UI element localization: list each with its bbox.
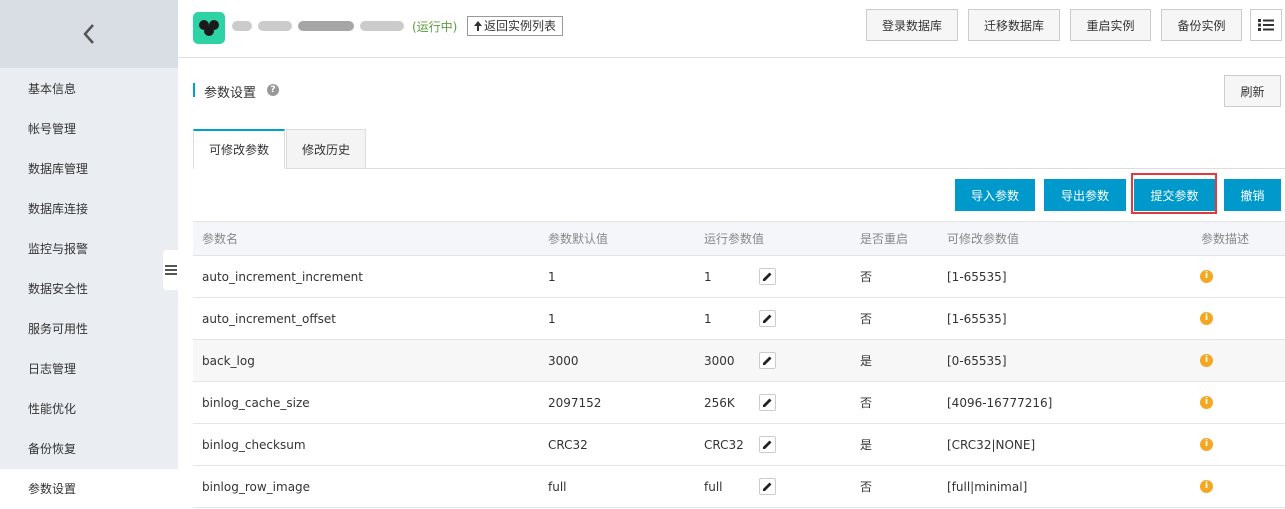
param-running: 3000	[704, 353, 735, 368]
sidebar: 基本信息 帐号管理 数据库管理 数据库连接 监控与报警 数据安全性 服务可用性 …	[0, 0, 179, 509]
param-range: [1-65535]	[947, 269, 1007, 284]
refresh-button[interactable]: 刷新	[1224, 75, 1281, 107]
param-default: 1	[548, 269, 556, 284]
param-restart: 否	[860, 312, 873, 326]
sidebar-item-performance[interactable]: 性能优化	[0, 389, 178, 429]
param-default: 3000	[548, 353, 579, 368]
info-icon[interactable]: i	[1200, 312, 1213, 325]
param-restart: 是	[860, 438, 873, 452]
table-row: binlog_checksum CRC32 CRC32 是 [CRC32|NON…	[193, 424, 1285, 466]
edit-pencil-icon[interactable]	[759, 310, 776, 327]
sidebar-item-accounts[interactable]: 帐号管理	[0, 109, 178, 149]
edit-pencil-icon[interactable]	[759, 394, 776, 411]
back-to-list-label: 返回实例列表	[484, 19, 557, 33]
col-header-name: 参数名	[202, 232, 239, 246]
param-name: binlog_row_image	[202, 479, 311, 494]
list-menu-icon	[1258, 19, 1274, 31]
edit-pencil-icon[interactable]	[759, 436, 776, 453]
menu-button[interactable]	[1250, 9, 1282, 41]
param-running: CRC32	[704, 437, 744, 452]
list-icon	[165, 265, 177, 275]
info-icon[interactable]: i	[1200, 354, 1213, 367]
instance-logo-icon	[199, 20, 219, 36]
param-name: auto_increment_offset	[202, 311, 336, 326]
param-name: binlog_checksum	[202, 437, 306, 452]
submit-highlight-box	[1131, 173, 1217, 214]
tab-editable-params[interactable]: 可修改参数	[193, 129, 285, 169]
param-range: [4096-16777216]	[947, 395, 1053, 410]
param-name: binlog_cache_size	[202, 395, 310, 410]
export-params-button[interactable]: 导出参数	[1044, 179, 1126, 211]
sidebar-item-monitoring[interactable]: 监控与报警	[0, 229, 178, 269]
col-header-restart: 是否重启	[860, 232, 909, 246]
table-row: back_log 3000 3000 是 [0-65535] i	[193, 340, 1285, 382]
arrow-up-icon	[474, 21, 482, 31]
param-running: full	[704, 479, 723, 494]
param-range: [CRC32|NONE]	[947, 437, 1036, 452]
param-default: 1	[548, 311, 556, 326]
edit-pencil-icon[interactable]	[759, 268, 776, 285]
col-header-range: 可修改参数值	[947, 232, 1020, 246]
edit-pencil-icon[interactable]	[759, 478, 776, 495]
edit-pencil-icon[interactable]	[759, 352, 776, 369]
param-restart: 否	[860, 270, 873, 284]
col-header-running: 运行参数值	[704, 232, 765, 246]
info-icon[interactable]: i	[1200, 438, 1213, 451]
param-running: 1	[704, 311, 712, 326]
sidebar-item-connection[interactable]: 数据库连接	[0, 189, 178, 229]
param-running: 256K	[704, 395, 735, 410]
revert-button[interactable]: 撤销	[1224, 179, 1281, 211]
param-name: back_log	[202, 353, 255, 368]
sidebar-item-basic-info[interactable]: 基本信息	[0, 69, 178, 109]
table-row: auto_increment_offset 1 1 否 [1-65535] i	[193, 298, 1285, 340]
param-restart: 否	[860, 480, 873, 494]
table-row: binlog_row_image full full 否 [full|minim…	[193, 466, 1285, 508]
sidebar-item-logs[interactable]: 日志管理	[0, 349, 178, 389]
param-running: 1	[704, 269, 712, 284]
help-icon[interactable]: ?	[267, 84, 279, 96]
info-icon[interactable]: i	[1200, 396, 1213, 409]
param-name: auto_increment_increment	[202, 269, 363, 284]
login-db-button[interactable]: 登录数据库	[866, 9, 958, 41]
sidebar-item-databases[interactable]: 数据库管理	[0, 149, 178, 189]
tab-history[interactable]: 修改历史	[286, 129, 366, 169]
param-default: 2097152	[548, 395, 602, 410]
sidebar-item-security[interactable]: 数据安全性	[0, 269, 178, 309]
chevron-left-icon	[83, 24, 94, 44]
param-restart: 是	[860, 354, 873, 368]
param-restart: 否	[860, 396, 873, 410]
back-to-list-button[interactable]: 返回实例列表	[467, 16, 564, 36]
sidebar-item-parameters[interactable]: 参数设置	[0, 469, 178, 509]
col-header-default: 参数默认值	[548, 232, 609, 246]
import-params-button[interactable]: 导入参数	[955, 179, 1035, 211]
col-header-desc: 参数描述	[1201, 232, 1250, 246]
table-header-row: 参数名 参数默认值 运行参数值 是否重启 可修改参数值 参数描述	[193, 221, 1285, 256]
sidebar-collapse-handle[interactable]	[163, 250, 179, 290]
sidebar-item-backup[interactable]: 备份恢复	[0, 429, 178, 469]
table-row: auto_increment_increment 1 1 否 [1-65535]…	[193, 256, 1285, 298]
rds-logo	[193, 12, 225, 44]
param-range: [full|minimal]	[947, 479, 1028, 494]
back-button[interactable]	[0, 0, 178, 68]
instance-name-redacted	[232, 15, 408, 37]
status-label: (运行中)	[412, 20, 458, 34]
table-row: binlog_cache_size 2097152 256K 否 [4096-1…	[193, 382, 1285, 424]
migrate-db-button[interactable]: 迁移数据库	[968, 9, 1060, 41]
restart-instance-button[interactable]: 重启实例	[1070, 9, 1151, 41]
sidebar-item-availability[interactable]: 服务可用性	[0, 309, 178, 349]
param-default: full	[548, 479, 567, 494]
param-range: [0-65535]	[947, 353, 1007, 368]
backup-instance-button[interactable]: 备份实例	[1161, 9, 1242, 41]
info-icon[interactable]: i	[1200, 480, 1213, 493]
header: (运行中) 返回实例列表 登录数据库 迁移数据库 重启实例 备份实例	[178, 0, 1285, 58]
param-range: [1-65535]	[947, 311, 1007, 326]
params-table: 参数名 参数默认值 运行参数值 是否重启 可修改参数值 参数描述 auto_in…	[193, 221, 1285, 508]
section-accent-bar	[193, 83, 195, 97]
page-title: 参数设置	[204, 86, 257, 101]
param-default: CRC32	[548, 437, 588, 452]
info-icon[interactable]: i	[1200, 270, 1213, 283]
